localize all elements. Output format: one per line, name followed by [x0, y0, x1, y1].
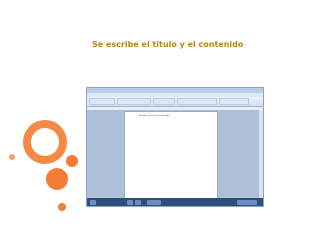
word-scrollbar: [259, 110, 263, 200]
ribbon-group: [89, 98, 115, 105]
decorative-circle-small: [66, 155, 78, 167]
windows-taskbar: [87, 198, 263, 206]
word-window-screenshot: Escribe el titulo y el contenido: [86, 87, 264, 207]
taskbar-button: [147, 200, 161, 205]
slide: Se escribe el titulo y el contenido Escr…: [0, 0, 320, 240]
ribbon-group: [117, 98, 151, 105]
ribbon-group: [219, 98, 249, 105]
decorative-circle-tiny: [9, 154, 15, 160]
decorative-circle-inner: [31, 128, 59, 156]
slide-title: Se escribe el titulo y el contenido: [92, 40, 244, 49]
ribbon-group: [153, 98, 175, 105]
word-ribbon: [87, 97, 263, 107]
page-text: Escribe el titulo y el contenido: [139, 115, 170, 117]
taskbar-tray: [237, 200, 257, 205]
word-page: Escribe el titulo y el contenido: [124, 111, 218, 199]
word-document-area: Escribe el titulo y el contenido: [87, 110, 263, 200]
taskbar-button: [127, 200, 133, 205]
taskbar-start: [90, 200, 96, 205]
decorative-circle-small: [58, 203, 66, 211]
taskbar-button: [135, 200, 141, 205]
decorative-circle-medium: [46, 168, 68, 190]
ribbon-group: [177, 98, 217, 105]
